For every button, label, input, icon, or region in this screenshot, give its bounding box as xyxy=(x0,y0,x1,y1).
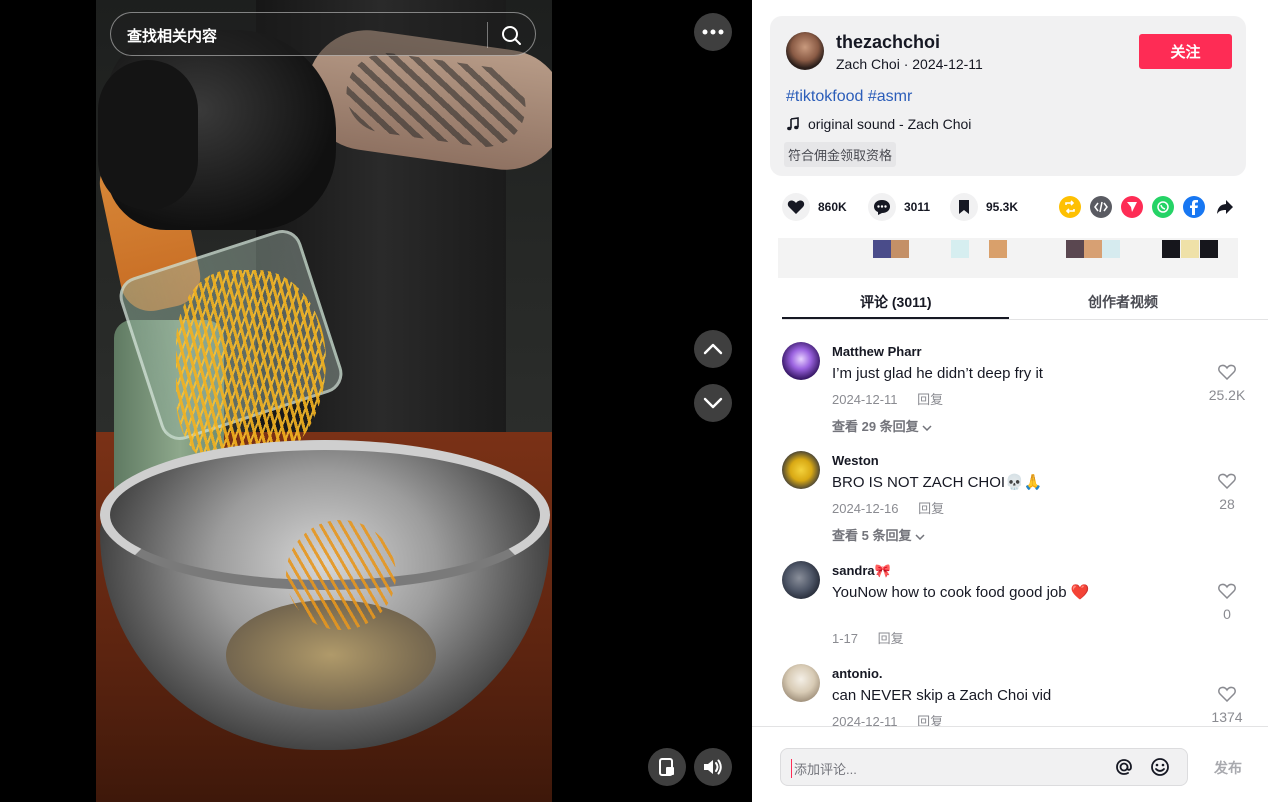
comment-username[interactable]: Matthew Pharr xyxy=(832,344,922,359)
comment-like-button[interactable]: 28 xyxy=(1202,473,1252,512)
tiktok-video-page: 查找相关内容 thezachchoi Zach Choi · 2024-12-1… xyxy=(0,0,1268,802)
author-display-name: Zach Choi xyxy=(836,56,900,72)
comment-like-button[interactable]: 1374 xyxy=(1202,686,1252,725)
comment-input-placeholder: 添加评论... xyxy=(791,759,857,778)
whatsapp-icon[interactable] xyxy=(1152,196,1174,218)
reply-button[interactable]: 回复 xyxy=(918,501,944,516)
author-avatar[interactable] xyxy=(786,32,824,70)
comment-text: I’m just glad he didn’t deep fry it xyxy=(832,365,1043,382)
next-video-button[interactable] xyxy=(694,384,732,422)
embed-icon[interactable] xyxy=(1090,196,1112,218)
reply-button[interactable]: 回复 xyxy=(878,631,904,646)
comment-count: 3011 xyxy=(904,200,931,214)
active-tab-indicator xyxy=(782,317,1009,319)
share-arrow-icon[interactable] xyxy=(1214,196,1236,218)
heart-outline-icon xyxy=(1218,583,1236,600)
picture-in-picture-button[interactable] xyxy=(648,748,686,786)
volume-icon xyxy=(704,759,722,775)
blurred-banner xyxy=(778,238,1238,278)
heart-outline-icon xyxy=(1218,473,1236,490)
more-dots-icon xyxy=(702,29,724,35)
side-panel: thezachchoi Zach Choi · 2024-12-11 关注 #t… xyxy=(752,0,1268,802)
more-options-button[interactable] xyxy=(694,13,732,51)
comment-avatar[interactable] xyxy=(782,561,820,599)
music-note-icon xyxy=(787,117,799,131)
action-bar: 860K 3011 95.3K xyxy=(782,193,1242,221)
comment-like-count: 25.2K xyxy=(1208,387,1246,403)
comment-username[interactable]: Weston xyxy=(832,453,879,468)
author-card: thezachchoi Zach Choi · 2024-12-11 关注 #t… xyxy=(770,16,1246,176)
post-comment-button[interactable]: 发布 xyxy=(1214,758,1242,778)
comment-list: Matthew Pharr I’m just glad he didn’t de… xyxy=(752,330,1268,726)
author-username[interactable]: thezachchoi xyxy=(836,32,940,53)
bookmark-icon xyxy=(959,200,969,214)
mention-button[interactable] xyxy=(1113,756,1135,783)
comment-bubble-icon xyxy=(874,199,890,215)
pip-icon xyxy=(659,758,674,776)
comment-avatar[interactable] xyxy=(782,451,820,489)
comment-text: can NEVER skip a Zach Choi vid xyxy=(832,687,1052,704)
view-replies-button[interactable]: 查看 29 条回复 xyxy=(832,416,932,435)
smiley-icon xyxy=(1151,758,1169,776)
save-count: 95.3K xyxy=(986,200,1019,214)
hashtags[interactable]: #tiktokfood #asmr xyxy=(786,88,912,106)
video-area: 查找相关内容 xyxy=(0,0,752,802)
panel-tabs: 评论 (3011) 创作者视频 xyxy=(782,282,1268,320)
comment-username[interactable]: sandra🎀 xyxy=(832,563,891,579)
comment-input[interactable]: 添加评论... xyxy=(780,748,1188,786)
search-divider xyxy=(487,22,488,48)
comment-like-button[interactable]: 25.2K xyxy=(1202,364,1252,403)
search-icon xyxy=(502,26,521,45)
comment-like-count: 28 xyxy=(1219,496,1235,512)
reply-button[interactable]: 回复 xyxy=(917,714,943,726)
volume-button[interactable] xyxy=(694,748,732,786)
comment-date: 2024-12-11 xyxy=(832,392,898,407)
comment-text: BRO IS NOT ZACH CHOI💀🙏 xyxy=(832,474,1043,491)
comment-username[interactable]: antonio. xyxy=(832,666,883,681)
music-title: original sound - Zach Choi xyxy=(808,116,972,132)
chevron-down-icon xyxy=(915,534,925,541)
heart-outline-icon xyxy=(1218,364,1236,381)
comment-composer: 添加评论... 发布 xyxy=(752,726,1268,802)
music-link[interactable]: original sound - Zach Choi xyxy=(786,116,971,132)
search-input[interactable]: 查找相关内容 xyxy=(127,25,217,46)
chevron-down-icon xyxy=(922,425,932,432)
search-button[interactable] xyxy=(495,19,527,51)
comment-text: YouNow how to cook food good job ❤️ xyxy=(832,584,1090,601)
tab-creator-videos[interactable]: 创作者视频 xyxy=(1088,292,1158,312)
comment-date: 1-17 xyxy=(832,631,859,646)
emoji-button[interactable] xyxy=(1149,756,1171,783)
author-subline: Zach Choi · 2024-12-11 xyxy=(836,56,983,72)
reply-button[interactable]: 回复 xyxy=(917,392,943,407)
comment-action[interactable]: 3011 xyxy=(868,193,930,221)
commission-tag: 符合佣金领取资格 xyxy=(784,142,897,167)
comment-date: 2024-12-16 xyxy=(832,501,899,516)
comment-avatar[interactable] xyxy=(782,342,820,380)
tab-comments[interactable]: 评论 (3011) xyxy=(860,292,932,312)
comment-like-button[interactable]: 0 xyxy=(1202,583,1252,622)
like-action[interactable]: 860K xyxy=(782,193,847,221)
heart-icon xyxy=(787,200,805,214)
follow-button[interactable]: 关注 xyxy=(1139,34,1232,69)
previous-video-button[interactable] xyxy=(694,330,732,368)
comment-avatar[interactable] xyxy=(782,664,820,702)
repost-icon[interactable] xyxy=(1059,196,1081,218)
facebook-icon[interactable] xyxy=(1183,196,1205,218)
save-action[interactable]: 95.3K xyxy=(950,193,1018,221)
comment-like-count: 0 xyxy=(1223,606,1231,622)
like-count: 860K xyxy=(818,200,847,214)
comment-like-count: 1374 xyxy=(1211,709,1243,725)
post-date: 2024-12-11 xyxy=(912,56,983,72)
comment-date: 2024-12-11 xyxy=(832,714,898,726)
at-sign-icon xyxy=(1116,759,1132,775)
send-icon[interactable] xyxy=(1121,196,1143,218)
view-replies-button[interactable]: 查看 5 条回复 xyxy=(832,525,925,544)
heart-outline-icon xyxy=(1218,686,1236,703)
chevron-up-icon xyxy=(703,343,723,355)
search-bar[interactable]: 查找相关内容 xyxy=(110,12,536,56)
video-player[interactable] xyxy=(96,0,552,802)
chevron-down-icon xyxy=(703,397,723,409)
